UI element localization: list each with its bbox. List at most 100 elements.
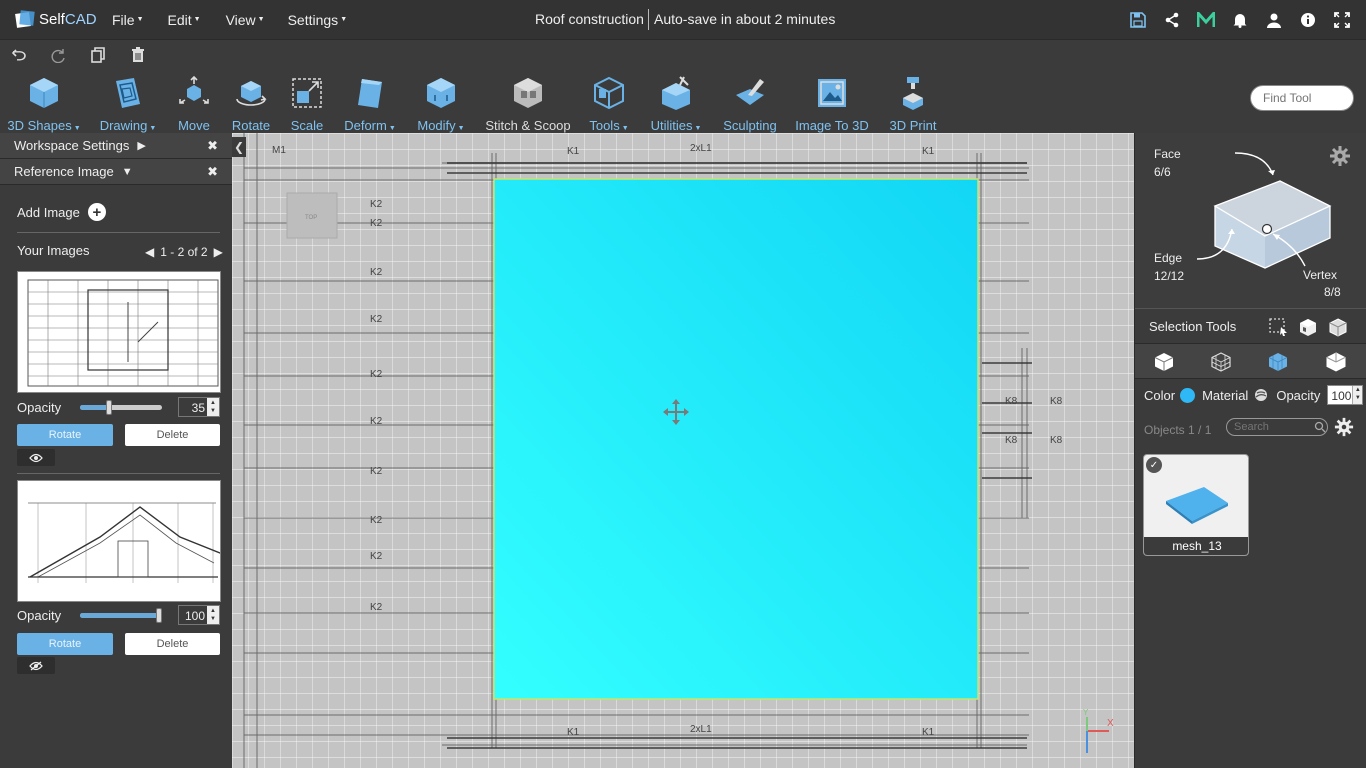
objects-settings-icon[interactable] — [1334, 417, 1354, 437]
display-mode-row — [1135, 343, 1366, 379]
reference-image-thumbnail-2[interactable] — [17, 480, 221, 602]
tool-stitch-scoop[interactable]: Stitch & Scoop — [484, 70, 572, 133]
undo-icon[interactable] — [10, 46, 28, 64]
delete-image-button-2[interactable]: Delete — [125, 633, 220, 655]
opacity-value-1: 35 — [191, 401, 205, 415]
face-label[interactable]: Face — [1154, 147, 1181, 161]
blueprint-label: K8 — [1005, 435, 1018, 446]
next-page-icon[interactable]: ▶ — [214, 245, 223, 259]
redo-icon[interactable] — [50, 46, 68, 64]
menu-file[interactable]: File ▼ — [112, 12, 144, 28]
select-cube-icon[interactable] — [1298, 317, 1318, 337]
close-icon[interactable]: ✖ — [207, 164, 218, 180]
3d-viewport[interactable]: TOP M1 K1 2xL1 K1 K2 K2 K2 K2 K2 K2 K2 K… — [232, 133, 1134, 768]
bell-icon[interactable] — [1230, 10, 1250, 30]
tool-sculpting[interactable]: Sculpting — [722, 70, 778, 133]
modify-icon — [427, 78, 455, 108]
blueprint-label: M1 — [272, 145, 286, 156]
spinner-icon[interactable]: ▲ ▼ — [1352, 386, 1363, 404]
fullscreen-icon[interactable] — [1332, 10, 1352, 30]
scale-icon — [292, 78, 322, 108]
title-separator — [648, 9, 649, 30]
menu-edit[interactable]: Edit ▼ — [168, 12, 201, 28]
selection-cube-illustration[interactable] — [1190, 151, 1360, 276]
search-icon[interactable] — [1314, 421, 1326, 433]
info-icon[interactable] — [1298, 10, 1318, 30]
opacity-value-2: 100 — [184, 609, 205, 623]
blueprint-label: 2xL1 — [690, 143, 712, 154]
blueprint-label: K1 — [922, 727, 935, 738]
share-icon[interactable] — [1162, 10, 1182, 30]
tool-modify[interactable]: Modify ▼ — [414, 70, 468, 133]
tool-deform[interactable]: Deform ▼ — [341, 70, 399, 133]
tool-rotate[interactable]: Rotate — [229, 70, 273, 133]
vertex-count: 8/8 — [1324, 285, 1341, 299]
menu-settings[interactable]: Settings ▼ — [288, 12, 348, 28]
slider-handle[interactable] — [156, 608, 162, 623]
view-cube-label[interactable]: TOP — [305, 215, 317, 221]
selfcad-logo[interactable]: SelfCAD — [14, 9, 98, 31]
opacity-input[interactable]: 100 ▲ ▼ — [1327, 385, 1364, 405]
prev-page-icon[interactable]: ◀ — [145, 245, 154, 259]
checkmark-icon[interactable]: ✓ — [1146, 457, 1162, 473]
eye-off-icon[interactable] — [17, 657, 55, 674]
blue-cube-icon[interactable] — [1267, 351, 1289, 373]
selection-tools-label: Selection Tools — [1149, 319, 1237, 334]
color-swatch[interactable] — [1180, 387, 1196, 403]
document-title[interactable]: Roof construction — [535, 11, 644, 27]
delete-image-button-1[interactable]: Delete — [125, 424, 220, 446]
find-tool-input[interactable] — [1250, 85, 1354, 111]
workspace-settings-header[interactable]: Workspace Settings ▶ ✖ — [0, 133, 232, 159]
spinner-icon[interactable]: ▲ ▼ — [207, 398, 219, 416]
edge-label[interactable]: Edge — [1154, 251, 1182, 265]
select-all-cube-icon[interactable] — [1328, 317, 1348, 337]
tool-move[interactable]: Move — [172, 70, 216, 133]
m-logo-icon[interactable] — [1196, 10, 1216, 30]
add-image-button[interactable]: Add Image + — [17, 203, 106, 221]
object-search-input[interactable] — [1226, 418, 1328, 436]
color-material-opacity-row: Color Material Opacity 100 ▲ ▼ — [1135, 379, 1366, 411]
menu-view[interactable]: View ▼ — [226, 12, 265, 28]
tool-tools[interactable]: Tools ▼ — [586, 70, 632, 133]
selected-mesh-plane[interactable] — [493, 178, 979, 700]
blueprint-label: K1 — [567, 727, 580, 738]
wireframe-cube-icon[interactable] — [1210, 351, 1232, 373]
user-icon[interactable] — [1264, 10, 1284, 30]
deform-icon — [358, 79, 382, 108]
object-card-mesh[interactable]: ✓ mesh_13 — [1143, 454, 1249, 556]
tool-scale[interactable]: Scale — [285, 70, 329, 133]
caret-icon: ▼ — [149, 125, 157, 132]
delete-icon[interactable] — [129, 46, 147, 64]
spinner-icon[interactable]: ▲ ▼ — [207, 606, 219, 624]
solid-cube-icon[interactable] — [1153, 351, 1175, 373]
copy-icon[interactable] — [89, 46, 107, 64]
viewport-canvas[interactable]: TOP M1 K1 2xL1 K1 K2 K2 K2 K2 K2 K2 K2 K… — [232, 133, 1134, 768]
eye-icon[interactable] — [17, 449, 55, 466]
tool-drawing[interactable]: Drawing ▼ — [98, 70, 158, 133]
reference-image-thumbnail-1[interactable] — [17, 271, 221, 393]
rotate-image-button-1[interactable]: Rotate — [17, 424, 113, 446]
opacity-slider-2[interactable] — [80, 608, 162, 623]
opacity-input-1[interactable]: 35 ▲ ▼ — [178, 397, 220, 417]
tool-image-to-3d[interactable]: Image To 3D — [794, 70, 870, 133]
right-panel: Face 6/6 Edge 12/12 Vertex 8/8 Selection… — [1134, 133, 1366, 768]
tool-rotate-label: Rotate — [231, 118, 271, 133]
collapse-left-panel-icon[interactable]: ❮ — [232, 137, 246, 157]
rotate-image-button-2[interactable]: Rotate — [17, 633, 113, 655]
opacity-slider-1[interactable] — [80, 400, 162, 415]
tool-utilities[interactable]: Utilities ▼ — [648, 70, 704, 133]
tool-3d-print[interactable]: 3D Print — [886, 70, 940, 133]
object-name: mesh_13 — [1144, 537, 1248, 555]
tool-3d-shapes[interactable]: 3D Shapes ▼ — [7, 70, 81, 133]
reference-image-header[interactable]: Reference Image ▼ ✖ — [0, 159, 232, 185]
transparent-cube-icon[interactable] — [1325, 351, 1347, 373]
slider-handle[interactable] — [105, 400, 112, 415]
save-icon[interactable] — [1128, 10, 1148, 30]
material-icon[interactable] — [1254, 388, 1268, 402]
close-icon[interactable]: ✖ — [207, 138, 218, 154]
selection-mode-area: Face 6/6 Edge 12/12 Vertex 8/8 — [1135, 133, 1366, 308]
caret-icon: ▼ — [257, 16, 265, 23]
printer-icon — [903, 77, 923, 110]
box-select-icon[interactable] — [1269, 318, 1289, 336]
opacity-input-2[interactable]: 100 ▲ ▼ — [178, 605, 220, 625]
